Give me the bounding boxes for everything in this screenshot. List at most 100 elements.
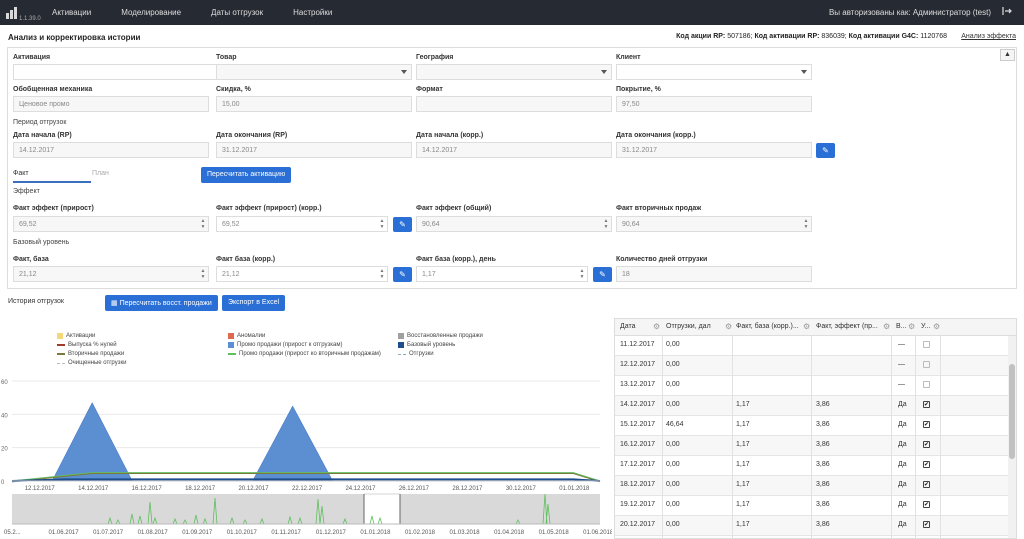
table-cell: —: [898, 341, 905, 348]
edit-dates-button[interactable]: ✎: [816, 143, 835, 158]
effect-section-label: Эффект: [13, 188, 40, 195]
gear-icon[interactable]: ⚙: [803, 322, 810, 331]
table-cell: 16.12.2017: [620, 441, 656, 448]
fact-effect-field: 69,52 ▲ ▼: [13, 216, 209, 232]
product-select[interactable]: [216, 64, 412, 80]
spinner-icon: ▲ ▼: [803, 218, 809, 230]
edit-base-button[interactable]: ✎: [393, 267, 412, 282]
column-divider: [732, 336, 733, 538]
column-header-u[interactable]: У...: [921, 323, 930, 330]
fact-effect-corr-field[interactable]: 69,52 ▲ ▼: [216, 216, 388, 232]
tab-fact[interactable]: Факт: [13, 169, 91, 183]
table-row[interactable]: 12.12.2017 0,00 —: [615, 356, 1010, 376]
row-checkbox[interactable]: ✔: [923, 501, 930, 508]
client-select[interactable]: [616, 64, 812, 80]
table-scrollbar[interactable]: [1008, 336, 1016, 538]
table-cell: 1,17: [736, 501, 750, 508]
gear-icon[interactable]: ⚙: [933, 322, 940, 331]
navigator-tick-label: 05.2...: [4, 530, 21, 536]
table-row[interactable]: 14.12.2017 0,00 1,17 3,86 Да ✔: [615, 396, 1010, 416]
table-row[interactable]: 19.12.2017 0,00 1,17 3,86 Да ✔: [615, 496, 1010, 516]
gear-icon[interactable]: ⚙: [883, 322, 890, 331]
row-checkbox[interactable]: ✔: [923, 521, 930, 528]
column-divider: [662, 336, 663, 538]
row-checkbox[interactable]: ✔: [923, 481, 930, 488]
ship-days-field: 18: [616, 266, 812, 282]
x-tick-label: 01.01.2018: [559, 486, 590, 492]
row-checkbox[interactable]: ✔: [923, 421, 930, 428]
navigator-tick-label: 01.01.2018: [360, 530, 391, 536]
fact-effect-total-value: 90,64: [422, 221, 440, 228]
gear-icon[interactable]: ⚙: [908, 322, 915, 331]
geography-select[interactable]: [416, 64, 612, 80]
x-tick-label: 14.12.2017: [78, 486, 109, 492]
table-cell: Да: [898, 441, 907, 448]
mechanics-label: Обобщенная механика: [13, 86, 93, 93]
table-cell: 19.12.2017: [620, 501, 656, 508]
table-row[interactable]: 15.12.2017 46,64 1,17 3,86 Да ✔: [615, 416, 1010, 436]
y-tick-label: 20: [1, 447, 8, 453]
x-tick-label: 28.12.2017: [452, 486, 483, 492]
row-checkbox[interactable]: ✔: [923, 441, 930, 448]
chevron-down-icon: [401, 70, 407, 74]
table-row[interactable]: 18.12.2017 0,00 1,17 3,86 Да ✔: [615, 476, 1010, 496]
collapse-button[interactable]: ▲: [1000, 49, 1015, 61]
table-cell: 1,17: [736, 521, 750, 528]
scrollbar-thumb[interactable]: [1009, 364, 1015, 459]
column-header-date[interactable]: Дата: [620, 323, 636, 330]
row-checkbox[interactable]: [923, 341, 930, 348]
activation-field[interactable]: [13, 64, 221, 80]
fact-base-value: 21,12: [19, 271, 37, 278]
nav-item-settings[interactable]: Настройки: [293, 8, 332, 17]
nav-item-shipment-dates[interactable]: Даты отгрузок: [211, 8, 263, 17]
gear-icon[interactable]: ⚙: [653, 322, 660, 331]
table-row[interactable]: 16.12.2017 0,00 1,17 3,86 Да ✔: [615, 436, 1010, 456]
table-row[interactable]: 11.12.2017 0,00 —: [615, 336, 1010, 356]
column-header-v[interactable]: В...: [896, 323, 907, 330]
start-rp-field: 14.12.2017: [13, 142, 209, 158]
export-excel-button[interactable]: Экспорт в Excel: [222, 295, 286, 311]
table-row[interactable]: 20.12.2017 0,00 1,17 3,86 Да ✔: [615, 516, 1010, 536]
column-header-fact-base[interactable]: Факт, база (корр.)...: [736, 323, 799, 330]
chart-canvas[interactable]: 0 20 40 60 12.12.2017 14.12.2017 16.12.2017 18.…: [0, 318, 612, 539]
column-header-fact-effect[interactable]: Факт, эффект (пр...: [816, 323, 878, 330]
edit-base-day-button[interactable]: ✎: [593, 267, 612, 282]
table-cell: 20.12.2017: [620, 521, 656, 528]
g4c-code-value: 1120768: [918, 33, 947, 40]
table-row[interactable]: 17.12.2017 0,00 1,17 3,86 Да ✔: [615, 456, 1010, 476]
x-tick-label: 16.12.2017: [132, 486, 163, 492]
nav-item-activations[interactable]: Активации: [52, 8, 91, 17]
recalc-activation-button[interactable]: Пересчитать активацию: [201, 167, 292, 183]
end-rp-label: Дата окончания (RP): [216, 132, 288, 139]
edit-effect-button[interactable]: ✎: [393, 217, 412, 232]
fact-base-corr-label: Факт база (корр.): [216, 256, 276, 263]
geography-label: География: [416, 54, 454, 61]
spinner-icon[interactable]: ▲ ▼: [379, 218, 385, 230]
row-checkbox[interactable]: ✔: [923, 461, 930, 468]
column-header-shipments[interactable]: Отгрузки, дал: [666, 323, 711, 330]
row-checkbox[interactable]: [923, 361, 930, 368]
logout-icon[interactable]: [1002, 6, 1012, 16]
effect-analysis-link[interactable]: Анализ эффекта: [961, 33, 1016, 40]
table-cell: Да: [898, 521, 907, 528]
spinner-icon[interactable]: ▲ ▼: [379, 268, 385, 280]
row-checkbox[interactable]: [923, 381, 930, 388]
spinner-icon[interactable]: ▲ ▼: [579, 268, 585, 280]
chevron-down-icon: [801, 70, 807, 74]
table-row[interactable]: 13.12.2017 0,00 —: [615, 376, 1010, 396]
fact-base-corr-field[interactable]: 21,12 ▲ ▼: [216, 266, 388, 282]
table-cell: 0,00: [666, 481, 680, 488]
gear-icon[interactable]: ⚙: [725, 322, 732, 331]
activation-form-panel: ▲ Активация Товар География Клиент Обобщ…: [7, 47, 1017, 289]
app-logo-icon[interactable]: [6, 5, 20, 19]
row-checkbox[interactable]: ✔: [923, 401, 930, 408]
recalc-sales-button[interactable]: ▦ Пересчитать восст. продажи: [105, 295, 218, 311]
x-tick-label: 18.12.2017: [185, 486, 216, 492]
tab-plan[interactable]: План: [92, 169, 109, 177]
pencil-icon: ✎: [599, 270, 606, 279]
y-tick-label: 40: [1, 413, 8, 419]
fact-base-day-field[interactable]: 1,17 ▲ ▼: [416, 266, 588, 282]
fact-effect-corr-value: 69,52: [222, 221, 240, 228]
nav-item-modeling[interactable]: Моделирование: [121, 8, 181, 17]
table-cell: 0,00: [666, 401, 680, 408]
